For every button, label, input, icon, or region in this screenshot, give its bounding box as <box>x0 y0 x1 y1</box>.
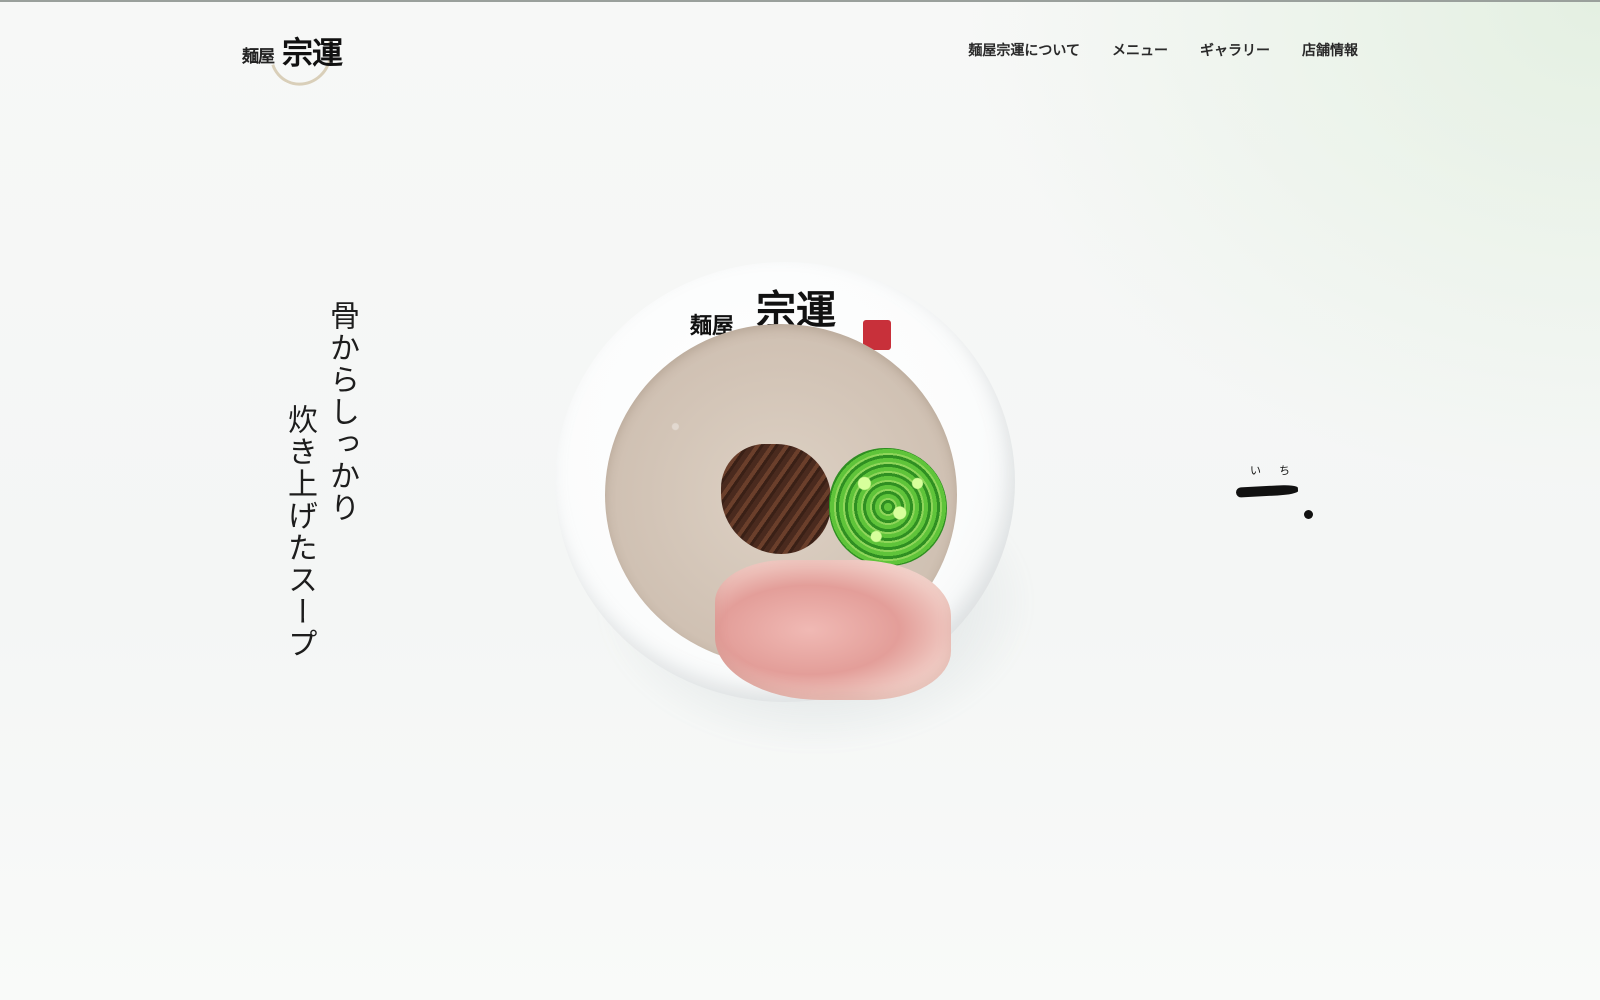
chashu-pork-topping <box>715 560 951 700</box>
nav-item-store-info[interactable]: 店舗情報 <box>1302 40 1358 60</box>
ichi-ruby: いち <box>1250 464 1308 477</box>
nav-item-gallery[interactable]: ギャラリー <box>1200 40 1270 60</box>
top-border <box>0 0 1600 2</box>
main-nav: 麺屋宗運について メニュー ギャラリー 店舗情報 <box>968 40 1358 60</box>
hero-tagline: 骨からしっかり 炊き上げたスープ <box>282 300 359 660</box>
tagline-line-1: 骨からしっかり <box>324 300 359 524</box>
tonkotsu-soup <box>605 324 957 700</box>
green-onion-topping <box>829 448 947 566</box>
site-logo[interactable]: 麺屋 宗運 <box>242 9 362 97</box>
nav-item-about[interactable]: 麺屋宗運について <box>968 40 1080 60</box>
menma-topping <box>721 444 831 554</box>
ichi-stroke <box>1235 484 1299 498</box>
ichi-dot <box>1304 510 1313 519</box>
ramen-bowl-image: 麺屋 宗運 <box>555 262 1035 762</box>
ichi-brush-mark: いち <box>1235 462 1326 532</box>
nav-item-menu[interactable]: メニュー <box>1112 40 1168 60</box>
logo-small-text: 麺屋 <box>242 47 275 67</box>
bowl: 麺屋 宗運 <box>555 262 1015 702</box>
logo-big-text: 宗運 <box>282 36 343 72</box>
tagline-line-2: 炊き上げたスープ <box>282 404 317 660</box>
